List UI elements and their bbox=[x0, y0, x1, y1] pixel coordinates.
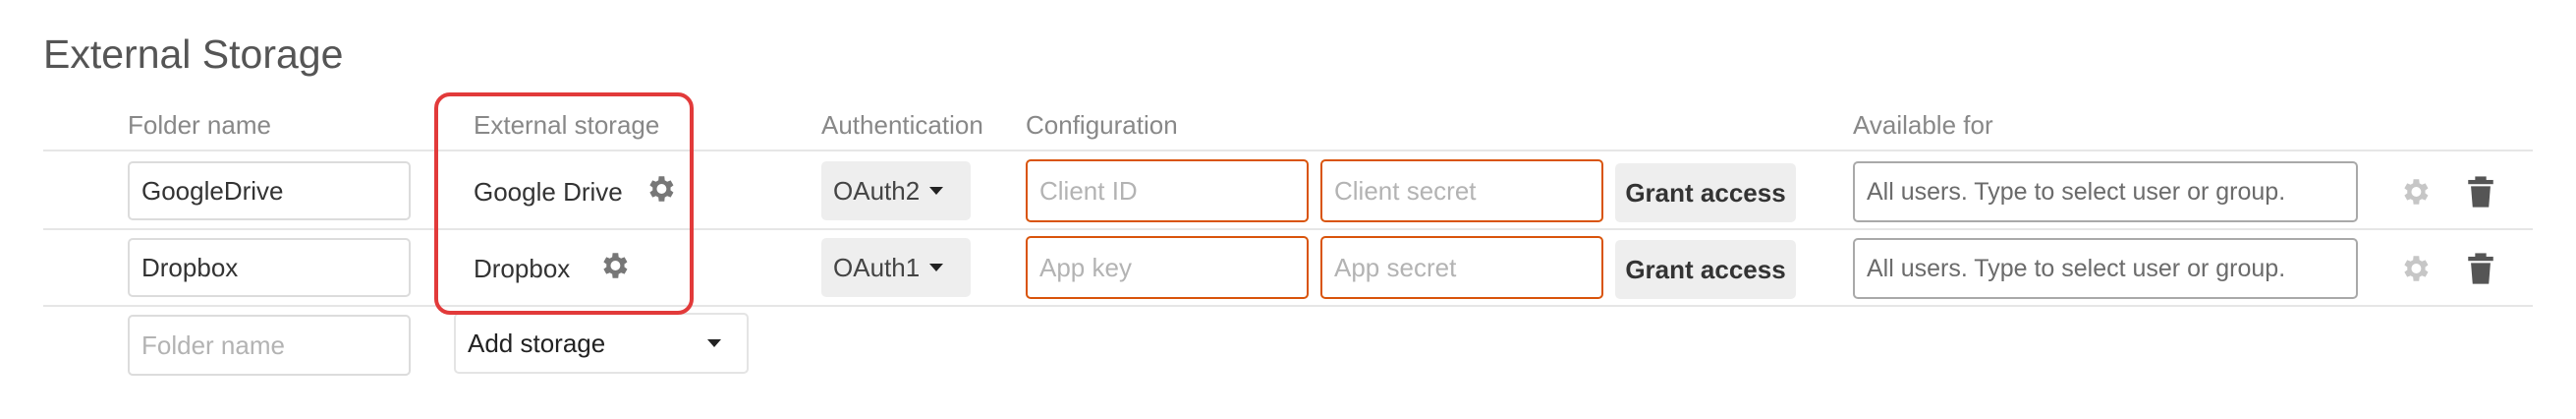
available-for-input[interactable]: All users. Type to select user or group. bbox=[1853, 238, 2358, 299]
header-folder-name: Folder name bbox=[128, 110, 271, 140]
gear-icon[interactable] bbox=[2398, 175, 2432, 209]
trash-icon[interactable] bbox=[2466, 175, 2495, 209]
header-divider bbox=[43, 150, 2533, 151]
auth-select-value: OAuth1 bbox=[833, 252, 921, 282]
header-configuration: Configuration bbox=[1026, 110, 1178, 140]
folder-name-input[interactable]: GoogleDrive bbox=[128, 161, 411, 220]
header-authentication: Authentication bbox=[821, 110, 983, 140]
app-key-input[interactable]: App key bbox=[1026, 236, 1309, 299]
client-secret-input[interactable]: Client secret bbox=[1320, 159, 1603, 222]
trash-icon[interactable] bbox=[2466, 252, 2495, 285]
auth-select-value: OAuth2 bbox=[833, 175, 921, 206]
available-for-input[interactable]: All users. Type to select user or group. bbox=[1853, 161, 2358, 222]
highlight-box bbox=[434, 92, 694, 315]
app-secret-input[interactable]: App secret bbox=[1320, 236, 1603, 299]
grant-access-button[interactable]: Grant access bbox=[1615, 240, 1796, 299]
new-folder-name-input[interactable]: Folder name bbox=[128, 315, 411, 376]
chevron-down-icon bbox=[929, 187, 944, 195]
folder-name-input[interactable]: Dropbox bbox=[128, 238, 411, 297]
row-divider bbox=[43, 228, 2533, 230]
chevron-down-icon bbox=[707, 339, 721, 347]
grant-access-button[interactable]: Grant access bbox=[1615, 163, 1796, 222]
row-divider bbox=[43, 305, 2533, 307]
add-storage-label: Add storage bbox=[468, 328, 606, 358]
client-id-input[interactable]: Client ID bbox=[1026, 159, 1309, 222]
auth-select[interactable]: OAuth2 bbox=[821, 161, 971, 220]
add-storage-select[interactable]: Add storage bbox=[454, 313, 749, 374]
page-title: External Storage bbox=[43, 31, 344, 77]
gear-icon[interactable] bbox=[2398, 252, 2432, 285]
auth-select[interactable]: OAuth1 bbox=[821, 238, 971, 297]
chevron-down-icon bbox=[929, 264, 944, 271]
header-available-for: Available for bbox=[1853, 110, 1993, 140]
